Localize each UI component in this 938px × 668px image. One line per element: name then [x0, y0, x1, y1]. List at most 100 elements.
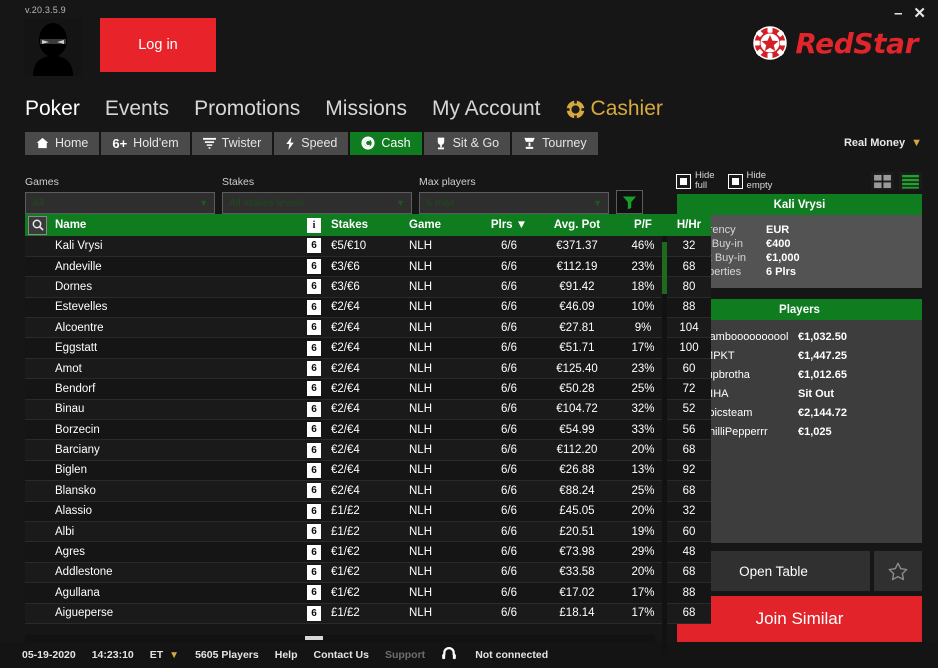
row-seats: 6 — [301, 480, 327, 502]
hide-full-checkbox[interactable]: Hide full — [676, 170, 715, 192]
table-row[interactable]: Biglen 6 €2/€4 NLH 6/6 €26.88 13% 92 — [25, 460, 711, 482]
star-icon — [888, 562, 908, 580]
filter-stakes-select[interactable]: All stakes levels ▼ — [222, 192, 412, 214]
lightning-icon — [285, 136, 295, 150]
table-row[interactable]: Alassio 6 £1/£2 NLH 6/6 £45.05 20% 32 — [25, 501, 711, 522]
table-row[interactable]: Estevelles 6 €2/€4 NLH 6/6 €46.09 10% 88 — [25, 297, 711, 319]
col-header-info[interactable]: i — [301, 214, 327, 236]
search-button[interactable] — [28, 215, 47, 235]
hide-empty-checkbox[interactable]: Hide empty — [727, 170, 772, 192]
nav-item-promotions[interactable]: Promotions — [194, 97, 300, 121]
chevron-down-icon[interactable]: ▼ — [169, 650, 179, 661]
favorite-button[interactable] — [874, 551, 922, 591]
table-row[interactable]: Dornes 6 €3/€6 NLH 6/6 €91.42 18% 80 — [25, 276, 711, 298]
col-header-name[interactable]: Name — [51, 214, 301, 236]
col-header-pf[interactable]: P/F — [619, 214, 667, 236]
table-row[interactable]: Eggstatt 6 €2/€4 NLH 6/6 €51.71 17% 100 — [25, 337, 711, 359]
row-pf: 29% — [619, 541, 667, 563]
col-header-plrs[interactable]: Plrs ▼ — [483, 214, 535, 236]
col-header-stakes[interactable]: Stakes — [327, 214, 405, 236]
scrollbar-thumb[interactable] — [662, 242, 667, 294]
join-similar-button[interactable]: Join Similar — [677, 596, 922, 642]
tab-speed[interactable]: Speed — [274, 131, 349, 155]
table-row[interactable]: Binau 6 €2/€4 NLH 6/6 €104.72 32% 52 — [25, 399, 711, 421]
row-pf: 10% — [619, 297, 667, 319]
row-hhr: 88 — [667, 582, 711, 604]
col-header-avg-pot[interactable]: Avg. Pot — [535, 214, 619, 236]
table-horizontal-scrollbar[interactable] — [25, 635, 655, 642]
table-row[interactable]: Barciany 6 €2/€4 NLH 6/6 €112.20 20% 68 — [25, 439, 711, 461]
row-avg-pot: €104.72 — [535, 399, 619, 421]
table-row[interactable]: Addlestone 6 €1/€2 NLH 6/6 €33.58 20% 68 — [25, 562, 711, 584]
tab-tourney[interactable]: Tourney — [512, 131, 598, 155]
col-header-game[interactable]: Game — [405, 214, 483, 236]
row-plrs: 6/6 — [483, 337, 535, 359]
col-header-hhr[interactable]: H/Hr — [667, 214, 711, 236]
players-panel-header: Players — [677, 299, 922, 320]
headset-icon[interactable] — [441, 646, 457, 664]
nav-item-missions[interactable]: Missions — [325, 97, 407, 121]
seat-count-badge: 6 — [307, 422, 321, 438]
money-mode-selector[interactable]: Real Money ▼ — [844, 137, 922, 149]
grid-view-button[interactable] — [871, 172, 894, 190]
table-row[interactable]: Kali Vrysi 6 €5/€10 NLH 6/6 €371.37 46% 32 — [25, 236, 711, 257]
status-contact-link[interactable]: Contact Us — [314, 649, 369, 661]
row-seats: 6 — [301, 562, 327, 584]
table-row[interactable]: Andeville 6 €3/€6 NLH 6/6 €112.19 23% 68 — [25, 256, 711, 278]
seat-count-badge: 6 — [307, 503, 321, 519]
seat-count-badge: 6 — [307, 401, 321, 417]
row-seats: 6 — [301, 501, 327, 522]
avatar[interactable] — [24, 18, 82, 76]
row-avg-pot: €125.40 — [535, 358, 619, 380]
tab-sit-and-go[interactable]: Sit & Go — [423, 131, 511, 155]
row-spacer — [25, 460, 51, 482]
table-row[interactable]: Agres 6 €1/€2 NLH 6/6 €73.98 29% 48 — [25, 541, 711, 563]
scrollbar-thumb-horizontal[interactable] — [305, 636, 323, 640]
tab-cash[interactable]: Cash — [350, 131, 422, 155]
row-table-name: Agullana — [51, 582, 301, 604]
row-table-name: Barciany — [51, 439, 301, 461]
tab-twister[interactable]: Twister — [191, 131, 273, 155]
table-vertical-scrollbar[interactable] — [662, 236, 667, 655]
row-plrs: 6/6 — [483, 297, 535, 319]
advanced-filter-button[interactable] — [616, 190, 643, 214]
tab-holdem[interactable]: 6+ Hold'em — [101, 131, 190, 155]
row-pf: 17% — [619, 603, 667, 624]
filter-stakes: Stakes All stakes levels ▼ — [222, 176, 412, 214]
minimize-button[interactable]: – — [894, 6, 902, 21]
chevron-down-icon: ▼ — [199, 198, 208, 208]
login-button[interactable]: Log in — [100, 18, 216, 72]
row-spacer — [25, 521, 51, 543]
row-spacer — [25, 501, 51, 522]
status-support-link[interactable]: Support — [385, 649, 425, 661]
table-row[interactable]: Albi 6 £1/£2 NLH 6/6 £20.51 19% 60 — [25, 521, 711, 543]
nav-item-poker[interactable]: Poker — [25, 97, 80, 121]
table-row[interactable]: Agullana 6 €1/€2 NLH 6/6 €17.02 17% 88 — [25, 582, 711, 604]
lobby-table-header: Name i Stakes Game Plrs ▼ Avg. Pot P/F H… — [25, 214, 711, 236]
player-name: Epicsteam — [701, 406, 753, 419]
row-hhr: 104 — [667, 317, 711, 339]
view-toggle-group — [871, 172, 922, 190]
table-row[interactable]: Aigueperse 6 £1/£2 NLH 6/6 £18.14 17% 68 — [25, 603, 711, 624]
table-row[interactable]: Amot 6 €2/€4 NLH 6/6 €125.40 23% 60 — [25, 358, 711, 380]
table-row[interactable]: Blansko 6 €2/€4 NLH 6/6 €88.24 25% 68 — [25, 480, 711, 502]
close-button[interactable]: ✕ — [913, 6, 926, 21]
row-pf: 9% — [619, 317, 667, 339]
player-name: IMPKT — [701, 349, 735, 362]
cashier-chip-icon — [565, 99, 585, 119]
table-row[interactable]: Borzecin 6 €2/€4 NLH 6/6 €54.99 33% 56 — [25, 419, 711, 441]
row-plrs: 6/6 — [483, 256, 535, 278]
player-stack: €1,025 — [798, 425, 832, 438]
row-plrs: 6/6 — [483, 521, 535, 543]
nav-item-my-account[interactable]: My Account — [432, 97, 541, 121]
nav-item-events[interactable]: Events — [105, 97, 169, 121]
status-help-link[interactable]: Help — [275, 649, 298, 661]
table-row[interactable]: Alcoentre 6 €2/€4 NLH 6/6 €27.81 9% 104 — [25, 317, 711, 339]
filter-games-select[interactable]: All ▼ — [25, 192, 215, 214]
tab-home[interactable]: Home — [25, 131, 100, 155]
list-view-button[interactable] — [899, 172, 922, 190]
row-stakes: €2/€4 — [327, 460, 405, 482]
table-row[interactable]: Bendorf 6 €2/€4 NLH 6/6 €50.28 25% 72 — [25, 378, 711, 400]
nav-item-cashier[interactable]: Cashier — [565, 97, 663, 121]
filter-max-players-select[interactable]: 6 max ▼ — [419, 192, 609, 214]
